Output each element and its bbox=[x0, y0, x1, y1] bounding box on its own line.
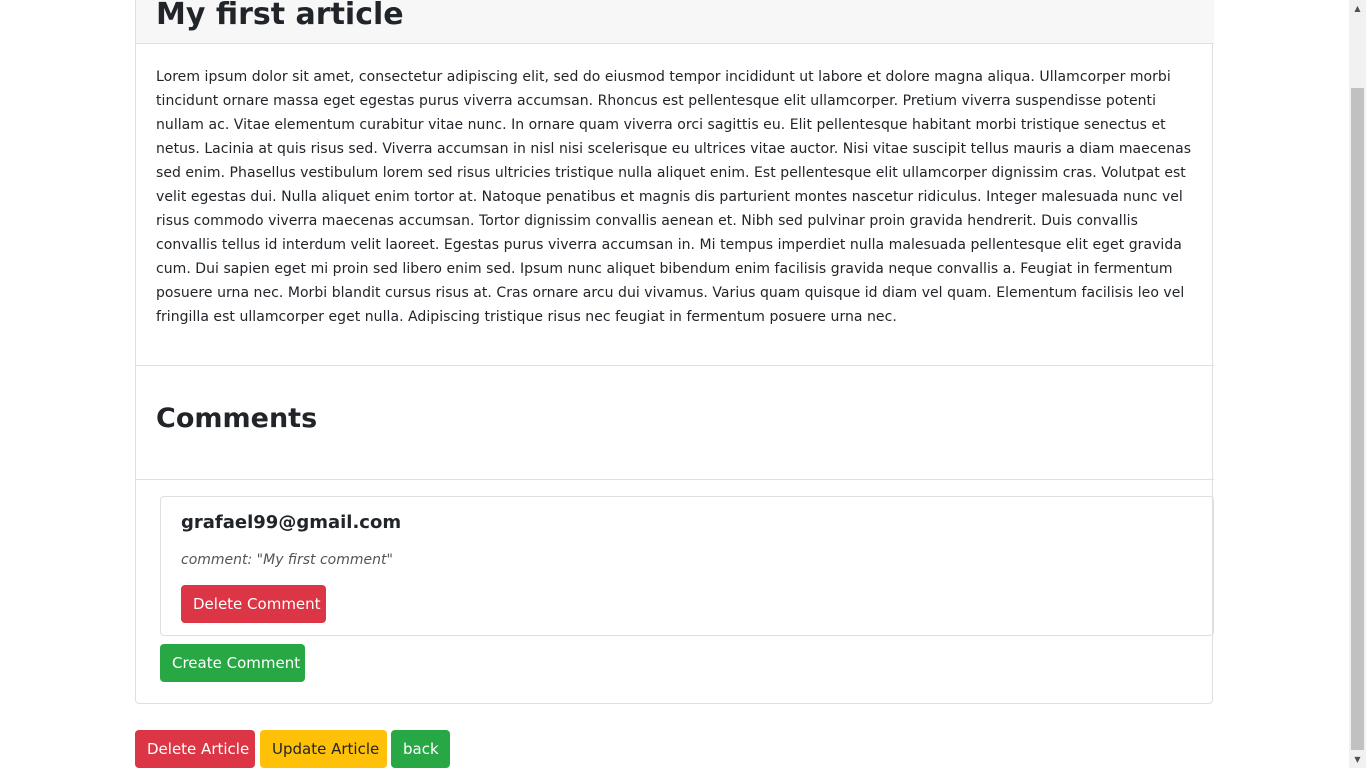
article-header: My first article bbox=[136, 0, 1214, 44]
divider bbox=[136, 479, 1214, 480]
arrow-down-icon[interactable]: ▼ bbox=[1349, 751, 1366, 768]
divider bbox=[136, 365, 1214, 366]
update-article-button[interactable]: Update Article bbox=[260, 730, 387, 768]
article-body: Lorem ipsum dolor sit amet, consectetur … bbox=[156, 69, 1192, 325]
comment-text: comment: "My first comment" bbox=[181, 552, 393, 568]
scrollbar-thumb[interactable] bbox=[1351, 88, 1364, 750]
delete-article-button[interactable]: Delete Article bbox=[135, 730, 255, 768]
article-card: My first article Lorem ipsum dolor sit a… bbox=[135, 0, 1214, 704]
create-comment-button[interactable]: Create Comment bbox=[160, 644, 305, 682]
back-button[interactable]: back bbox=[391, 730, 450, 768]
comment-author: grafael99@gmail.com bbox=[181, 512, 402, 533]
arrow-up-icon[interactable]: ▲ bbox=[1349, 0, 1366, 17]
vertical-scrollbar[interactable]: ▲ ▼ bbox=[1349, 0, 1366, 768]
delete-comment-button[interactable]: Delete Comment bbox=[181, 585, 326, 623]
page: My first article Lorem ipsum dolor sit a… bbox=[0, 0, 1366, 768]
comment-card: grafael99@gmail.com comment: "My first c… bbox=[160, 496, 1214, 636]
comments-heading: Comments bbox=[156, 403, 318, 434]
article-title: My first article bbox=[156, 0, 404, 32]
